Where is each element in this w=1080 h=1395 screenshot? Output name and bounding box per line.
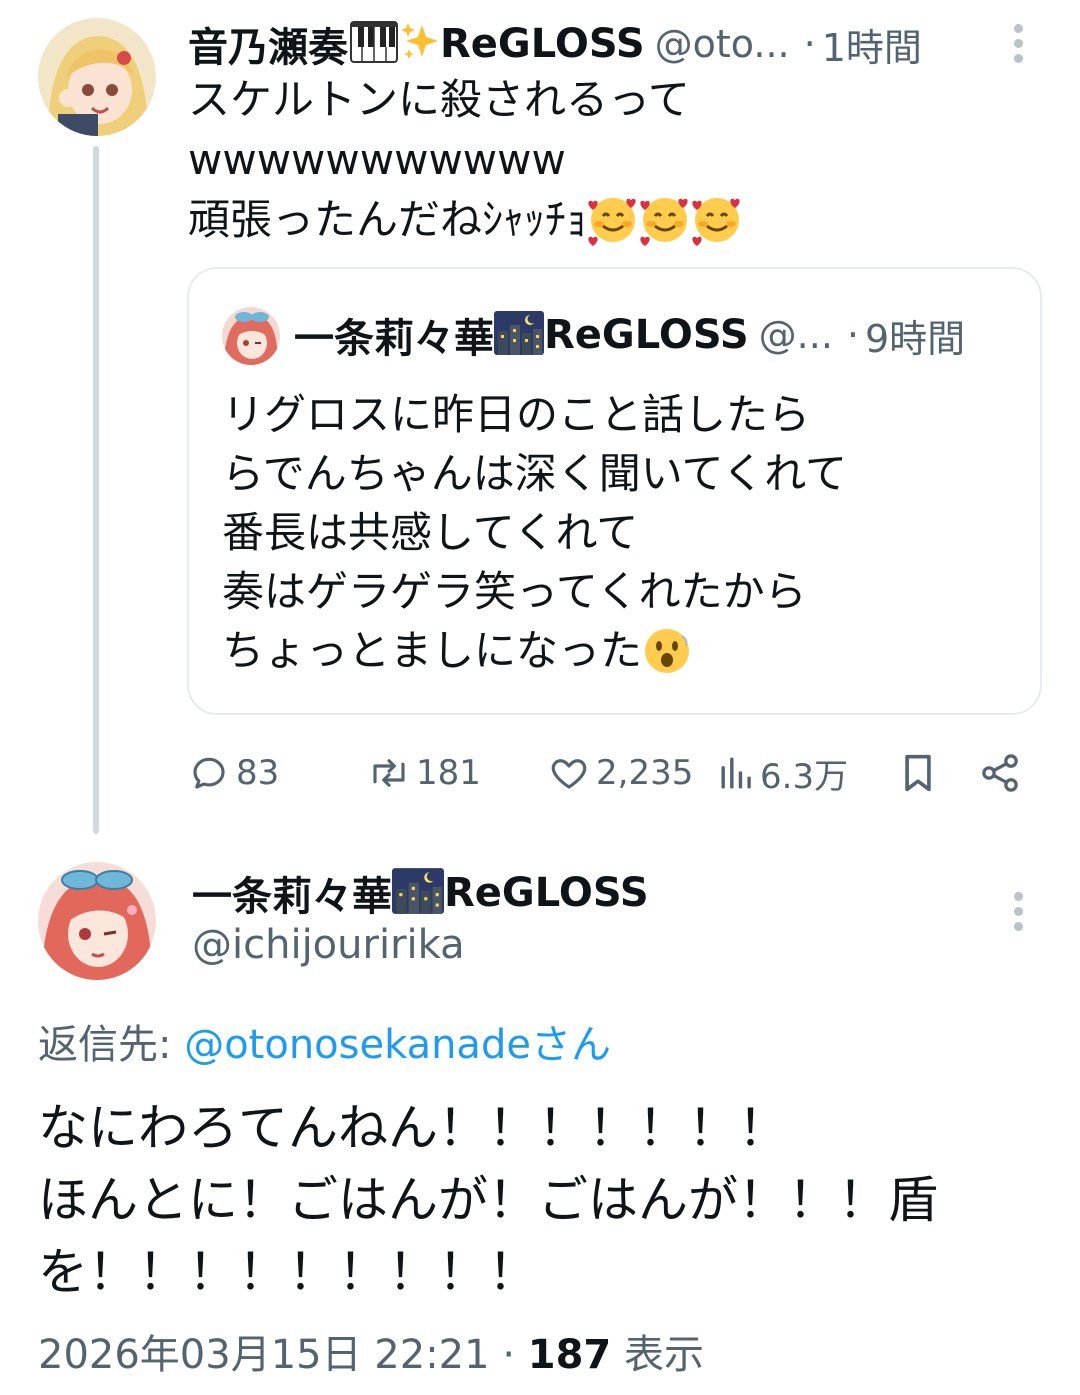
- thread-line: [93, 146, 99, 834]
- quote-time: 9時間: [865, 316, 966, 361]
- reply-to-label: 返信先:: [38, 1022, 185, 1068]
- retweet-button[interactable]: 181: [366, 742, 481, 804]
- reply-to-line: 返信先: @otonosekanadeさん: [38, 1012, 611, 1070]
- quote-header: 一条莉々華 ReGLOSS @... · 9時間: [222, 305, 965, 365]
- quote-line: 番長は共感してくれて: [222, 508, 639, 557]
- quote-line: 奏はゲラゲラ笑ってくれたから: [222, 567, 807, 616]
- tweet1-handle[interactable]: @oto...: [655, 22, 790, 66]
- tweet1-line-with-emoji: 頑張ったんだねｼｬｯﾁｮ: [188, 190, 1008, 250]
- tweet1-action-bar: 83 181 2,235 6.3万: [188, 742, 1028, 804]
- quote-line: リグロスに昨日のこと話したら: [222, 390, 811, 439]
- tweet1-group-name[interactable]: ReGLOSS: [440, 21, 645, 67]
- tweet2-name-row: 一条莉々華 ReGLOSS: [192, 862, 649, 924]
- night-city-emoji-icon: [494, 311, 544, 359]
- tweet2-timestamp[interactable]: 2026年03月15日 22:21: [38, 1332, 490, 1378]
- tweet2-line: を！！！！！！！！！: [38, 1243, 538, 1301]
- bookmark-icon: [898, 751, 938, 795]
- tweet2-line: ほんとに！ごはんが！ごはんが！！！盾: [38, 1171, 938, 1229]
- tweet1-line: wwwwwwwwwww: [188, 135, 566, 184]
- tweet1-header: 音乃瀬奏 ReGLOSS @oto... · 1時間: [188, 14, 978, 74]
- tweet2-view-count: 187: [527, 1332, 612, 1378]
- reply-count: 83: [236, 753, 280, 793]
- tweet1-display-name[interactable]: 音乃瀬奏: [188, 15, 348, 73]
- views-count: 6.3万: [760, 756, 849, 797]
- like-count: 2,235: [596, 753, 694, 793]
- tweet2-group-name[interactable]: ReGLOSS: [444, 870, 649, 916]
- smiling-face-with-hearts-icon: [587, 194, 743, 246]
- quote-line: らでんちゃんは深く聞いてくれて: [222, 449, 847, 498]
- views-chart-icon: [718, 752, 756, 794]
- separator-dot: ·: [502, 1332, 516, 1378]
- share-icon: [978, 751, 1022, 795]
- quote-body: リグロスに昨日のこと話したら らでんちゃんは深く聞いてくれて 番長は共感してくれ…: [222, 385, 847, 680]
- avatar-kanade[interactable]: [38, 18, 156, 136]
- tweet2-meta: 2026年03月15日 22:21 · 187 表示: [38, 1322, 704, 1380]
- astonished-face-icon: [642, 626, 692, 676]
- views-button[interactable]: 6.3万: [718, 742, 848, 804]
- reply-to-link[interactable]: @otonosekanadeさん: [184, 1022, 611, 1068]
- quote-display-name: 一条莉々華: [294, 316, 494, 362]
- quote-group-name: ReGLOSS: [544, 312, 749, 358]
- retweet-icon: [366, 752, 412, 794]
- piano-emoji-icon: [350, 21, 398, 67]
- bookmark-button[interactable]: [898, 742, 938, 804]
- separator-dot: ·: [846, 313, 859, 357]
- heart-icon: [548, 752, 590, 794]
- quote-line-with-emoji: ちょっとましになった: [222, 621, 847, 680]
- tweet2-handle[interactable]: @ichijouririka: [192, 922, 465, 968]
- tweet2-view-label: 表示: [611, 1332, 704, 1378]
- share-button[interactable]: [978, 742, 1022, 804]
- separator-dot: ·: [803, 22, 816, 66]
- reply-button[interactable]: 83: [188, 742, 279, 804]
- quote-line: ちょっとましになった: [222, 626, 643, 675]
- tweet1-line: 頑張ったんだねｼｬｯﾁｮ: [188, 195, 588, 244]
- sparkles-emoji-icon: [400, 21, 440, 67]
- tweet1-body: スケルトンに殺されるって wwwwwwwwwww 頑張ったんだねｼｬｯﾁｮ: [188, 70, 1008, 250]
- night-city-emoji-icon: [392, 868, 444, 918]
- avatar-ririka[interactable]: [38, 862, 156, 980]
- tweet1-more-icon[interactable]: [1014, 24, 1026, 69]
- tweet2-display-name[interactable]: 一条莉々華: [192, 864, 392, 922]
- tweet2-body: なにわろてんねん！！！！！！！ ほんとに！ごはんが！ごはんが！！！盾 を！！！！…: [38, 1092, 1048, 1308]
- like-button[interactable]: 2,235: [548, 742, 693, 804]
- tweet2-line: なにわろてんねん！！！！！！！: [38, 1099, 788, 1157]
- reply-icon: [188, 752, 230, 794]
- retweet-count: 181: [416, 753, 481, 793]
- tweet1-time[interactable]: 1時間: [822, 17, 922, 72]
- tweet1-line: スケルトンに殺されるって: [188, 75, 690, 124]
- tweet2-more-icon[interactable]: [1014, 892, 1026, 937]
- quote-handle: @...: [758, 313, 833, 357]
